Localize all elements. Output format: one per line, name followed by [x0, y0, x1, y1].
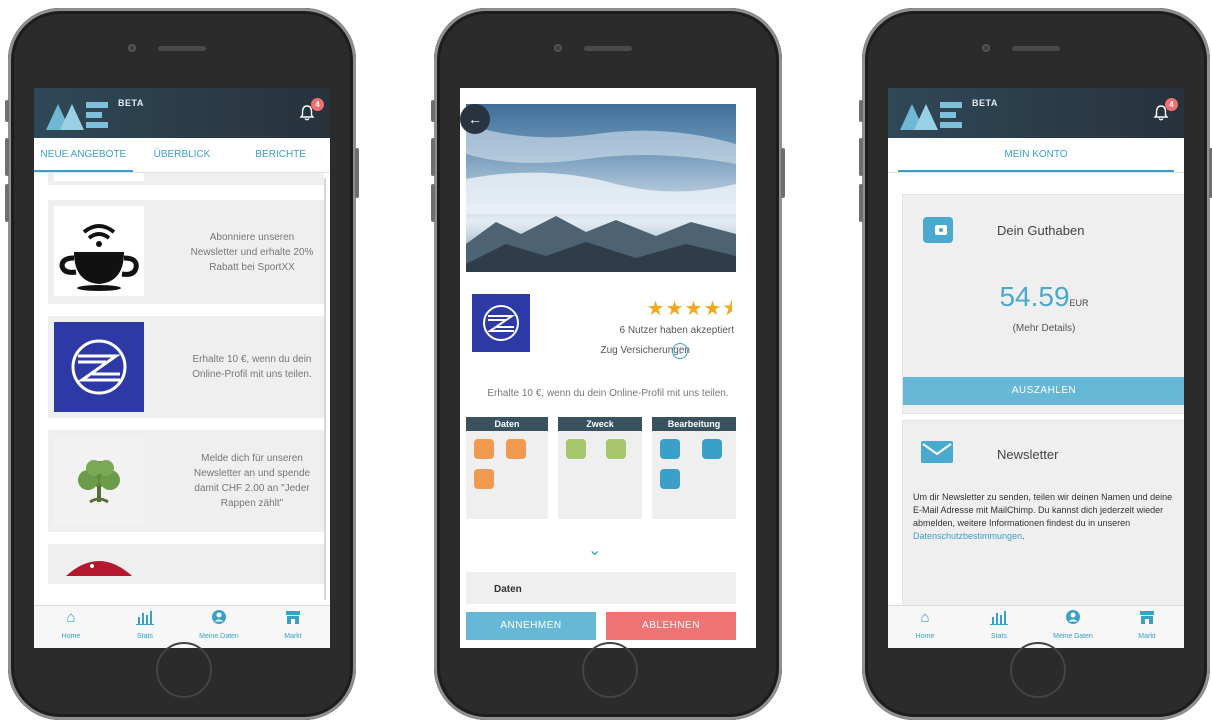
- balance-amount: 54.59EUR: [999, 281, 1089, 312]
- list-item[interactable]: Abonniere unseren Newsletter und erhalte…: [48, 200, 324, 304]
- privacy-link[interactable]: Datenschutzbestimmungen: [913, 531, 1022, 541]
- nav-home[interactable]: ⌂ Home: [888, 606, 962, 648]
- payout-button[interactable]: AUSZAHLEN: [903, 377, 1184, 405]
- beta-label: BETA: [118, 98, 144, 108]
- tab-berichte[interactable]: BERICHTE: [231, 138, 330, 172]
- detail-section: Daten: [466, 572, 736, 604]
- offer-description: Abonniere unseren Newsletter und erhalte…: [190, 231, 314, 273]
- screen-offers: BETA 4 NEUE ANGEBOTE ÜBERBLICK BERICHTE: [34, 88, 330, 648]
- home-icon: ⌂: [66, 609, 76, 626]
- balance-title: Dein Guthaben: [997, 223, 1085, 238]
- balance-card: Dein Guthaben 54.59EUR (Mehr Details) AU…: [902, 194, 1184, 414]
- home-icon: ⌂: [920, 609, 930, 626]
- camera: [128, 44, 136, 52]
- wallet-icon: [923, 217, 953, 243]
- notification-badge: 4: [311, 98, 324, 111]
- tab-mein-konto[interactable]: MEIN KONTO: [898, 138, 1174, 172]
- screen-offer-detail: ← ★★★★⯨ 6 Nutzer haben akzeptiert Zug Ve…: [460, 88, 756, 648]
- phone-frame-3: BETA 4 MEIN KONTO Dein Guthaben 54.59EUR…: [859, 8, 1212, 720]
- nav-meine-daten[interactable]: Meine Daten: [1036, 606, 1110, 648]
- tab-bar: NEUE ANGEBOTE ÜBERBLICK BERICHTE: [34, 138, 330, 173]
- mushroom-icon: [54, 550, 144, 584]
- nav-home[interactable]: ⌂ Home: [34, 606, 108, 648]
- envelope-icon: [921, 441, 953, 463]
- storage-icon: [702, 439, 722, 459]
- nav-meine-daten[interactable]: Meine Daten: [182, 606, 256, 648]
- group-icon: [506, 439, 526, 459]
- daten-icons: [466, 431, 548, 519]
- id-card-icon: [474, 439, 494, 459]
- section-daten: Daten: [466, 417, 548, 431]
- bar-chart-icon: [962, 609, 1036, 629]
- newsletter-card: Newsletter Um dir Newsletter zu senden, …: [902, 420, 1184, 622]
- nav-stats[interactable]: Stats: [108, 606, 182, 648]
- newsletter-text: Um dir Newsletter zu senden, teilen wir …: [913, 492, 1173, 541]
- offer-list: Abonniere unseren Newsletter und erhalte…: [34, 173, 330, 606]
- screen-account: BETA 4 MEIN KONTO Dein Guthaben 54.59EUR…: [888, 88, 1184, 648]
- scrollbar[interactable]: [324, 178, 326, 600]
- list-item[interactable]: [48, 544, 324, 584]
- coffee-cup-wifi-icon: [54, 206, 144, 296]
- bell-icon[interactable]: 4: [298, 98, 324, 124]
- chevron-down-icon[interactable]: ⌄: [588, 540, 601, 560]
- offer-description: Erhalte 10 €, wenn du dein Online-Profil…: [192, 354, 312, 380]
- balance-details-link[interactable]: (Mehr Details): [903, 323, 1184, 334]
- offer-hero-image: [466, 104, 736, 272]
- bell-icon[interactable]: 4: [1152, 98, 1178, 124]
- offer-description: Erhalte 10 €, wenn du dein Online-Profil…: [487, 388, 729, 399]
- bar-chart-icon: [108, 609, 182, 629]
- nav-stats[interactable]: Stats: [962, 606, 1036, 648]
- app-logo: [46, 102, 108, 130]
- app-header: BETA 4: [888, 88, 1184, 138]
- chat-user-icon: [474, 469, 494, 489]
- offer-description: Melde dich für unseren Newsletter an und…: [193, 453, 311, 509]
- transfer-icon: [660, 439, 680, 459]
- rating-text: 6 Nutzer haben akzeptiert: [619, 325, 734, 336]
- user-circle-icon: [1036, 609, 1110, 629]
- store-icon: [256, 609, 330, 629]
- section-bearbeitung: Bearbeitung: [652, 417, 736, 431]
- zweck-icons: [558, 431, 642, 519]
- list-item[interactable]: Erhalte 10 €, wenn du dein Online-Profil…: [48, 316, 324, 418]
- list-item[interactable]: [48, 173, 324, 185]
- store-icon: [1110, 609, 1184, 629]
- home-button[interactable]: [156, 642, 212, 698]
- decline-button[interactable]: ABLEHNEN: [606, 612, 736, 640]
- gears-icon: [566, 439, 586, 459]
- home-button[interactable]: [1010, 642, 1066, 698]
- phone-frame-1: BETA 4 NEUE ANGEBOTE ÜBERBLICK BERICHTE: [5, 8, 359, 720]
- back-arrow-icon[interactable]: ←: [460, 104, 490, 134]
- notification-badge: 4: [1165, 98, 1178, 111]
- phone-frame-2: ← ★★★★⯨ 6 Nutzer haben akzeptiert Zug Ve…: [431, 8, 785, 720]
- tab-neue-angebote[interactable]: NEUE ANGEBOTE: [34, 138, 133, 172]
- tab-ueberblick[interactable]: ÜBERBLICK: [133, 138, 232, 172]
- nav-markt[interactable]: Markt: [256, 606, 330, 648]
- bearbeitung-icons: [652, 431, 736, 519]
- tab-bar: MEIN KONTO: [888, 138, 1184, 173]
- user-circle-icon: [182, 609, 256, 629]
- tree-icon: [54, 436, 144, 526]
- rating-stars: ★★★★⯨: [646, 298, 734, 320]
- info-icon[interactable]: i: [672, 343, 688, 359]
- detail-heading: Daten: [494, 584, 522, 595]
- network-icon: [660, 469, 680, 489]
- nav-markt[interactable]: Markt: [1110, 606, 1184, 648]
- speaker: [158, 46, 206, 51]
- app-logo: [900, 102, 962, 130]
- mail-icon: [606, 439, 626, 459]
- section-zweck: Zweck: [558, 417, 642, 431]
- zug-logo: [472, 294, 530, 352]
- zug-logo: [54, 322, 144, 412]
- beta-label: BETA: [972, 98, 998, 108]
- app-header: BETA 4: [34, 88, 330, 138]
- list-item[interactable]: Melde dich für unseren Newsletter an und…: [48, 430, 324, 532]
- accept-button[interactable]: ANNEHMEN: [466, 612, 596, 640]
- newsletter-title: Newsletter: [997, 447, 1059, 462]
- home-button[interactable]: [582, 642, 638, 698]
